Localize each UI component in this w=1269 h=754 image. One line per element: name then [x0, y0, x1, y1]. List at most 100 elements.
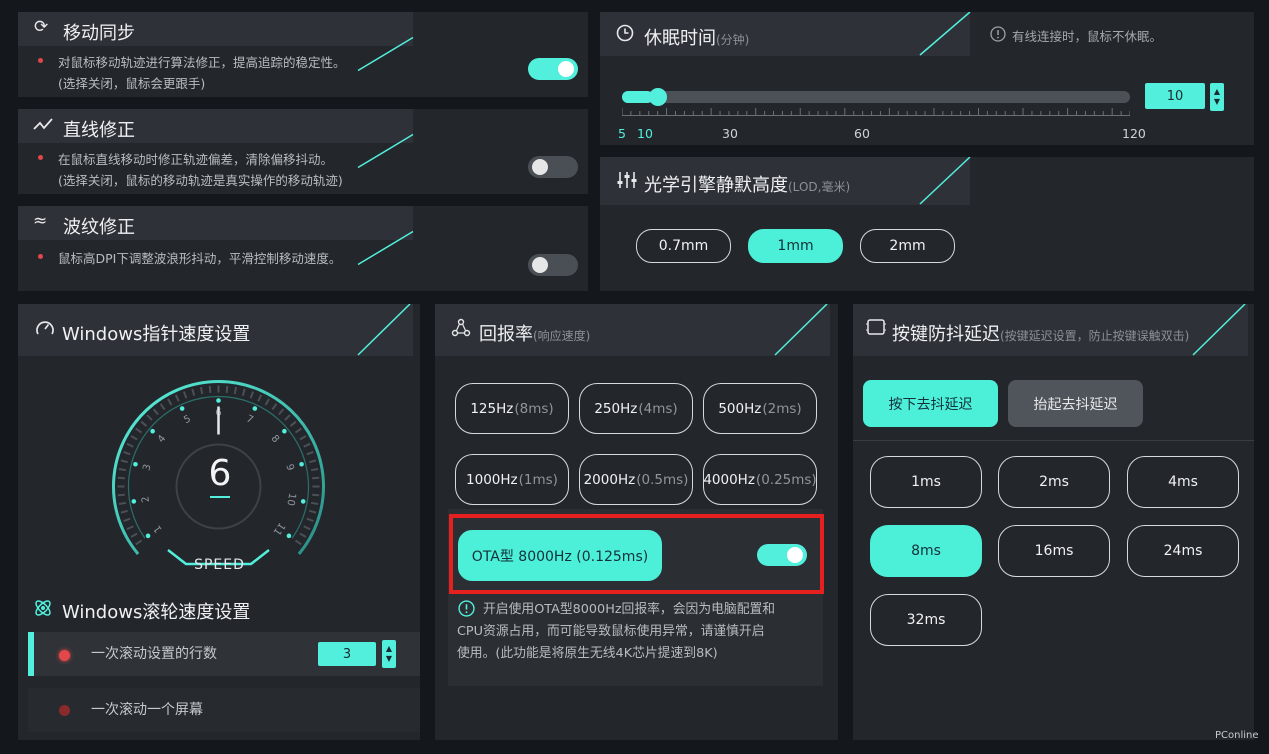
dial-tick [120, 459, 128, 464]
debounce-title-text: 按键防抖延迟 [892, 324, 1000, 345]
option-sub: (2ms) [762, 400, 802, 417]
chevron-up-icon[interactable]: ▲ [386, 644, 392, 654]
polling-rate-panel: 回报率(响应速度) 125Hz (8ms) 250Hz (4ms) 500Hz (2m… [435, 304, 838, 740]
watermark: PConline [1215, 730, 1259, 741]
dial-tick [257, 394, 263, 402]
option-sub: (1ms) [518, 471, 558, 488]
value-underline [210, 496, 230, 498]
lod-unit: (LOD,毫米) [788, 180, 851, 194]
sleep-value-input[interactable]: 10 [1145, 83, 1205, 109]
option-sub: (4ms) [638, 400, 678, 417]
motion-sync-panel: ⟳ 移动同步 对鼠标移动轨迹进行算法修正，提高追踪的稳定性。 (选择关闭，鼠标会… [18, 12, 588, 97]
debounce-1ms[interactable]: 1ms [870, 456, 982, 508]
dial-tick [152, 408, 159, 416]
dial-dot [179, 406, 185, 411]
chip-icon [866, 319, 886, 335]
tab-release-debounce[interactable]: 抬起去抖延迟 [1008, 380, 1143, 427]
angle-snap-panel: 直线修正 在鼠标直线移动时修正轨迹偏差，清除偏移抖动。 (选择关闭，鼠标的移动轨… [18, 109, 588, 194]
dial-dot [133, 461, 138, 467]
dial-tick [159, 403, 166, 411]
dial-tick [249, 391, 254, 399]
dial-tick [146, 414, 153, 421]
debounce-title: 按键防抖延迟(按键延迟设置，防止按键误触双击) [892, 320, 1189, 346]
sleep-value-stepper[interactable]: ▲ ▼ [1210, 83, 1224, 111]
sleep-slider-handle[interactable] [649, 88, 668, 106]
chevron-down-icon[interactable]: ▼ [1214, 97, 1220, 107]
scroll-lines-row[interactable]: 一次滚动设置的行数 3 ▲ ▼ [28, 632, 420, 676]
bullet-icon [38, 254, 43, 259]
toggle-knob [558, 61, 574, 77]
dial-number: 2 [140, 495, 152, 503]
dial-number: 1 [152, 523, 165, 535]
debounce-32ms[interactable]: 32ms [870, 594, 982, 646]
dial-number: 5 [182, 414, 192, 427]
dial-tick [310, 501, 319, 506]
sleep-slider-track[interactable] [622, 91, 1130, 103]
dial-tick [271, 403, 278, 411]
angle-snap-toggle[interactable] [528, 156, 578, 178]
dial-number: 7 [244, 414, 254, 427]
ripple-toggle[interactable] [528, 254, 578, 276]
toggle-knob [532, 257, 548, 273]
sleep-tick-5: 5 [618, 126, 626, 141]
dial-tick [120, 509, 128, 514]
toggle-knob [532, 159, 548, 175]
polling-title-text: 回报率 [479, 324, 533, 345]
dial-tick [126, 525, 134, 531]
lod-option-0-7mm[interactable]: 0.7mm [636, 229, 731, 263]
tab-press-debounce[interactable]: 按下去抖延迟 [863, 380, 998, 427]
lod-option-2mm[interactable]: 2mm [860, 229, 955, 263]
dial-number: 8 [269, 433, 282, 445]
dial-dot [150, 428, 155, 434]
dial-tick [130, 435, 138, 441]
scroll-lines-stepper[interactable]: ▲ ▼ [382, 640, 396, 668]
debounce-8ms[interactable]: 8ms [870, 525, 982, 577]
sleep-unit: (分钟) [716, 33, 750, 47]
motion-sync-toggle[interactable] [528, 58, 578, 80]
scroll-screen-row[interactable]: 一次滚动一个屏幕 [28, 688, 420, 732]
ota-toggle[interactable] [757, 544, 807, 566]
pointer-speed-title: Windows指针速度设置 [62, 324, 251, 345]
polling-4000hz[interactable]: 4000Hz (0.25ms) [703, 454, 817, 505]
dial-number: 11 [271, 520, 287, 537]
dial-tick [294, 427, 302, 434]
dial-tick [135, 539, 143, 546]
polling-250hz[interactable]: 250Hz (4ms) [579, 383, 693, 434]
motion-sync-desc-1: 对鼠标移动轨迹进行算法修正，提高追踪的稳定性。 [58, 55, 346, 70]
option-main: 4000Hz [703, 471, 755, 488]
ota-8000hz-button[interactable]: OTA型 8000Hz (0.125ms) [458, 530, 662, 581]
pointer-speed-value: 6 [208, 453, 232, 494]
polling-500hz[interactable]: 500Hz (2ms) [703, 383, 817, 434]
lod-option-1mm[interactable]: 1mm [748, 229, 843, 263]
scroll-lines-input[interactable]: 3 [318, 642, 376, 666]
pointer-speed-panel: Windows指针速度设置 1234567891011 6 SPEED Wind… [18, 304, 420, 740]
info-icon [458, 600, 475, 617]
lod-title-text: 光学引擎静默高度 [644, 175, 788, 196]
speedometer-icon [36, 321, 54, 335]
wave-icon: ≈ [33, 211, 48, 231]
dial-tick [264, 398, 270, 406]
scroll-screen-label: 一次滚动一个屏幕 [91, 702, 203, 718]
dial-tick [117, 493, 125, 497]
dial-dot [299, 461, 304, 467]
debounce-16ms[interactable]: 16ms [998, 525, 1110, 577]
option-sub: (0.5ms) [636, 471, 689, 488]
header-accent-line [919, 157, 971, 205]
debounce-24ms[interactable]: 24ms [1127, 525, 1239, 577]
polling-125hz[interactable]: 125Hz (8ms) [455, 383, 569, 434]
sleep-title: 休眠时间(分钟) [644, 24, 749, 50]
dial-tick [208, 385, 212, 393]
polling-1000hz[interactable]: 1000Hz (1ms) [455, 454, 569, 505]
dial-tick [303, 442, 311, 448]
sleep-tick-120: 120 [1122, 126, 1146, 141]
dial-dot [145, 533, 151, 539]
debounce-4ms[interactable]: 4ms [1127, 456, 1239, 508]
dial-tick [130, 532, 138, 538]
sleep-ruler-ticks [622, 108, 1130, 116]
scroll-speed-title: Windows滚轮速度设置 [62, 602, 251, 623]
chevron-down-icon[interactable]: ▼ [386, 654, 392, 664]
chevron-up-icon[interactable]: ▲ [1214, 87, 1220, 97]
debounce-2ms[interactable]: 2ms [998, 456, 1110, 508]
polling-2000hz[interactable]: 2000Hz (0.5ms) [579, 454, 693, 505]
header-accent-line [357, 133, 414, 169]
